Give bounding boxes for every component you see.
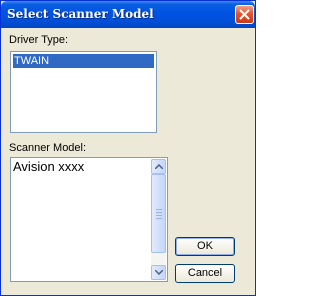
vertical-scrollbar[interactable] <box>151 159 166 280</box>
close-button[interactable] <box>235 5 254 24</box>
scroll-up-arrow-icon <box>155 164 163 169</box>
driver-type-item-twain[interactable]: TWAIN <box>13 54 154 68</box>
scanner-model-item-avision-xxxx[interactable]: Avision xxxx <box>13 159 84 174</box>
driver-type-list[interactable]: TWAIN <box>10 51 157 133</box>
scanner-model-list[interactable]: Avision xxxx <box>10 157 168 282</box>
scroll-down-button[interactable] <box>151 265 166 280</box>
select-scanner-model-dialog: Select Scanner Model Driver Type: TWAIN … <box>0 0 256 296</box>
dialog-title: Select Scanner Model <box>7 7 154 21</box>
ok-button[interactable]: OK <box>175 237 235 256</box>
scroll-down-arrow-icon <box>155 270 163 275</box>
close-icon <box>239 9 250 20</box>
driver-type-label: Driver Type: <box>9 34 69 46</box>
title-bar[interactable]: Select Scanner Model <box>1 1 255 28</box>
scanner-model-label: Scanner Model: <box>9 142 87 154</box>
scroll-up-button[interactable] <box>151 159 166 174</box>
cancel-button[interactable]: Cancel <box>175 264 235 283</box>
scrollbar-thumb[interactable] <box>151 174 166 253</box>
